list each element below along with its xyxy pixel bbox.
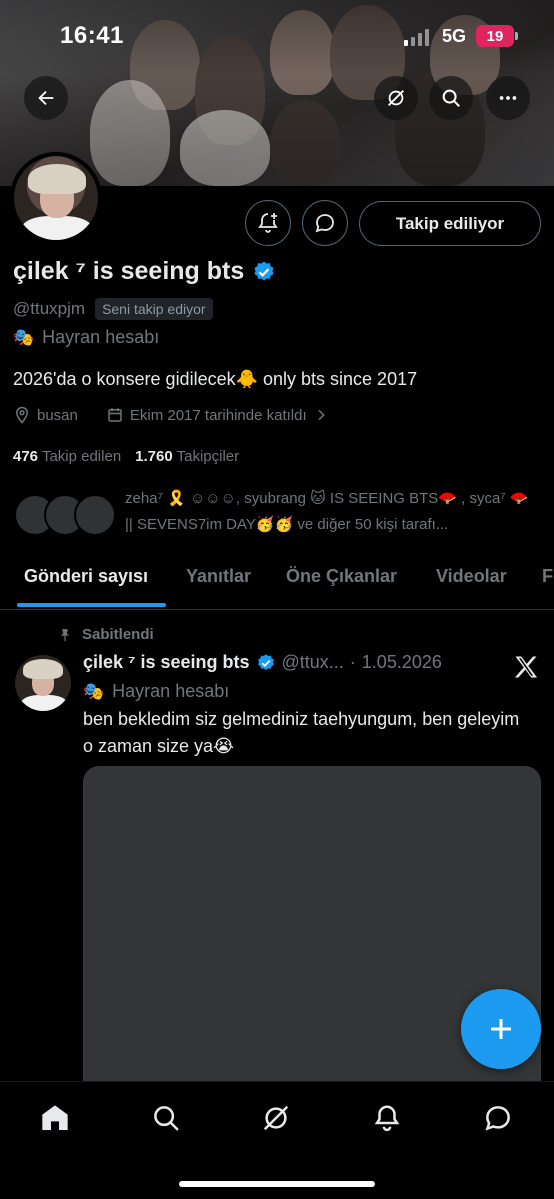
tab-more[interactable]: Fo <box>542 566 554 587</box>
mask-icon: 🎭 <box>13 327 35 347</box>
back-button[interactable] <box>24 76 68 120</box>
profile-location: busan <box>37 406 78 424</box>
battery-level: 19 <box>486 27 504 45</box>
verified-badge-icon[interactable] <box>252 260 276 284</box>
tab-videos[interactable]: Videolar <box>436 566 507 587</box>
followers-label: Takipçiler <box>176 448 240 465</box>
calendar-icon <box>108 408 122 422</box>
notification-subscribe-button[interactable] <box>245 200 291 246</box>
home-indicator[interactable] <box>179 1181 375 1187</box>
tweet-account-label-row: 🎭 Hayran hesabı <box>83 681 229 702</box>
grok-icon <box>388 90 404 106</box>
nav-notifications[interactable] <box>369 1100 405 1136</box>
pinned-indicator: Sabitlendi <box>58 626 154 643</box>
follows-you-badge: Seni takip ediyor <box>95 298 213 320</box>
back-arrow-icon <box>38 90 54 106</box>
search-button[interactable] <box>429 76 473 120</box>
plus-icon <box>491 1019 511 1039</box>
nav-home[interactable] <box>37 1100 73 1136</box>
profile-name-row: çilek ⁷ is seeing bts <box>13 257 276 286</box>
active-tab-indicator <box>17 603 166 607</box>
tab-highlights[interactable]: Öne Çıkanlar <box>286 566 397 587</box>
nav-search[interactable] <box>148 1100 184 1136</box>
mutual-followers-text[interactable]: zeha⁷ 🎗️ ☺︎☺︎☺︎, syubrang 🐱 IS SEEING BT… <box>125 486 530 538</box>
pinned-label: Sabitlendi <box>82 626 154 643</box>
home-icon <box>42 1105 68 1130</box>
location-icon <box>15 406 29 424</box>
followers-count-link[interactable]: 1.760 Takipçiler <box>135 448 239 465</box>
more-button[interactable] <box>486 76 530 120</box>
mask-icon: 🎭 <box>83 681 105 701</box>
network-label: 5G <box>442 26 467 46</box>
following-count-link[interactable]: 476 Takip edilen <box>13 448 121 465</box>
search-icon <box>154 1106 179 1131</box>
profile-tabs: Gönderi sayısı Yanıtlar Öne Çıkanlar Vid… <box>0 556 554 610</box>
tab-posts[interactable]: Gönderi sayısı <box>24 566 148 587</box>
handle-row: @ttuxpjm Seni takip ediyor <box>13 298 213 320</box>
account-label-row[interactable]: 🎭 Hayran hesabı <box>13 327 159 348</box>
x-logo-icon[interactable] <box>512 653 540 681</box>
search-icon <box>442 89 460 107</box>
compose-button[interactable] <box>461 989 541 1069</box>
tweet-text[interactable]: ben bekledim siz gelmediniz taehyungum, … <box>83 706 523 760</box>
tweet-account-label: Hayran hesabı <box>112 681 230 701</box>
status-bar: 16:41 5G 19 <box>0 0 554 70</box>
pin-icon <box>60 628 70 641</box>
signal-icon <box>404 28 429 46</box>
following-button[interactable]: Takip ediliyor <box>359 201 541 246</box>
profile-handle: @ttuxpjm <box>13 299 86 318</box>
following-label: Takip edilen <box>41 448 122 465</box>
followers-count: 1.760 <box>135 448 173 465</box>
messages-icon <box>485 1106 510 1131</box>
account-label: Hayran hesabı <box>42 327 160 347</box>
nav-messages[interactable] <box>480 1100 516 1136</box>
nav-grok[interactable] <box>258 1100 294 1136</box>
tweet-avatar[interactable] <box>15 655 71 711</box>
status-time: 16:41 <box>60 22 124 49</box>
message-icon <box>315 214 334 233</box>
grok-icon <box>263 1105 289 1131</box>
grok-button[interactable] <box>374 76 418 120</box>
battery-icon: 19 <box>476 25 518 47</box>
profile-name: çilek ⁷ is seeing bts <box>13 257 245 285</box>
profile-joined[interactable]: Ekim 2017 tarihinde katıldı <box>130 407 307 424</box>
notifications-icon <box>374 1105 400 1132</box>
mutual-followers-avatars[interactable] <box>14 494 116 538</box>
tweet-separator: · <box>349 652 356 672</box>
tweet-header: çilek ⁷ is seeing bts @ttux... · 1.05.20… <box>83 652 442 673</box>
notification-bell-plus-icon <box>258 213 278 233</box>
following-count: 476 <box>13 448 39 465</box>
verified-badge-icon <box>257 653 274 670</box>
profile-bio: 2026'da o konsere gidilecek🐥 only bts si… <box>13 369 418 389</box>
profile-avatar[interactable] <box>10 152 102 244</box>
more-icon <box>499 96 517 100</box>
message-button[interactable] <box>302 200 348 246</box>
tweet-author-name[interactable]: çilek ⁷ is seeing bts <box>83 652 250 673</box>
chevron-right-icon[interactable] <box>313 407 329 423</box>
profile-meta-row: busan Ekim 2017 tarihinde katıldı <box>13 406 329 424</box>
tweet-date[interactable]: 1.05.2026 <box>362 652 442 673</box>
tweet-author-handle[interactable]: @ttux... <box>282 652 344 673</box>
tab-replies[interactable]: Yanıtlar <box>186 566 251 587</box>
follow-counts: 476 Takip edilen 1.760 Takipçiler <box>13 448 239 465</box>
